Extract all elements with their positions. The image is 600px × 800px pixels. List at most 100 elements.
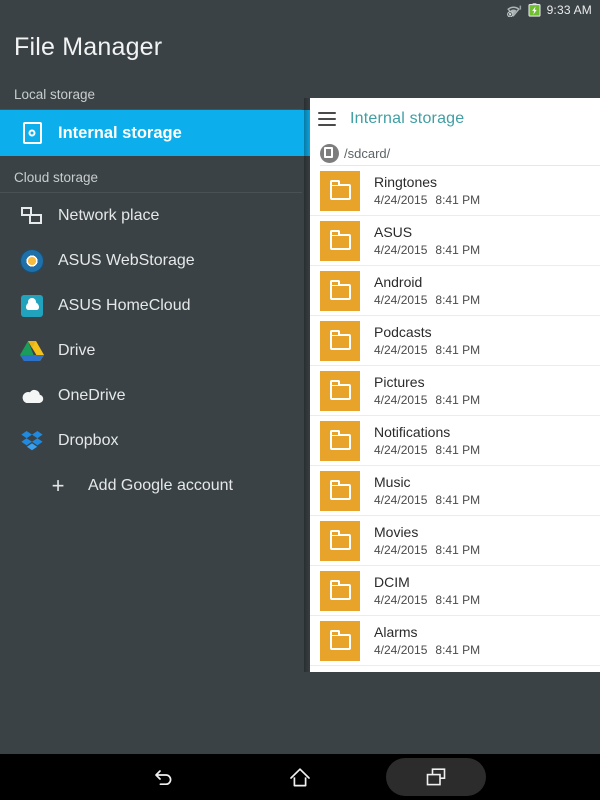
device-screen: 9:33 AM File Manager Local storage Inter…	[0, 0, 600, 800]
list-item[interactable]: DCIM 4/24/2015 8:41 PM	[310, 566, 600, 616]
list-item[interactable]: Movies 4/24/20158:41 PM	[310, 516, 600, 566]
device-storage-icon	[320, 144, 339, 163]
file-name: Android	[374, 274, 480, 291]
sidebar-item-onedrive[interactable]: OneDrive	[0, 373, 310, 418]
file-time-value: 8:41 PM	[435, 643, 480, 657]
folder-icon	[320, 371, 360, 411]
file-date: 4/24/2015 8:41 PM	[374, 342, 480, 358]
list-item[interactable]: Pictures 4/24/2015 8:41 PM	[310, 366, 600, 416]
file-date: 4/24/2015 8:41 PM	[374, 492, 480, 508]
status-icons: 9:33 AM	[505, 0, 592, 20]
asus-webstorage-icon	[20, 249, 44, 273]
nav-back-button[interactable]	[114, 758, 214, 796]
sidebar: Local storage Internal storage Cloud sto…	[0, 84, 310, 754]
file-time-value: 8:41 PM	[435, 593, 480, 607]
sidebar-item-dropbox[interactable]: Dropbox	[0, 418, 310, 463]
add-google-account-label: Add Google account	[88, 477, 233, 495]
file-time-value: 8:41 PM	[435, 343, 480, 357]
file-date-value: 4/24/2015	[374, 443, 427, 457]
dropbox-icon	[20, 429, 44, 453]
list-item[interactable]: Podcasts 4/24/2015 8:41 PM	[310, 316, 600, 366]
file-date: 4/24/2015 8:41 PM	[374, 442, 480, 458]
status-bar: 9:33 AM	[0, 0, 600, 20]
file-date-value: 4/24/2015	[374, 493, 427, 507]
list-item[interactable]: ASUS 4/24/2015 8:41 PM	[310, 216, 600, 266]
sidebar-item-label: ASUS HomeCloud	[58, 297, 191, 315]
folder-icon	[320, 221, 360, 261]
wifi-disconnected-icon	[505, 3, 522, 17]
sidebar-item-drive[interactable]: Drive	[0, 328, 310, 373]
sidebar-item-label: OneDrive	[58, 387, 126, 405]
system-navigation-bar	[0, 754, 600, 800]
file-time-value: 8:41 PM	[435, 293, 480, 307]
file-time-value: 8:41 PM	[435, 393, 480, 407]
sidebar-item-asus-homecloud[interactable]: ASUS HomeCloud	[0, 283, 310, 328]
sidebar-item-asus-webstorage[interactable]: ASUS WebStorage	[0, 238, 310, 283]
asus-homecloud-icon	[20, 294, 44, 318]
file-date-value: 4/24/2015	[374, 243, 427, 257]
file-date: 4/24/2015 8:41 PM	[374, 642, 480, 658]
hamburger-menu-icon[interactable]	[318, 112, 336, 126]
file-panel-title: Internal storage	[350, 110, 464, 128]
file-time-value: 8:41 PM	[435, 243, 480, 257]
back-arrow-icon	[153, 767, 175, 787]
nav-recents-button[interactable]	[386, 758, 486, 796]
file-date-value: 4/24/2015	[374, 543, 427, 557]
file-date-value: 4/24/2015	[374, 393, 427, 407]
file-date: 4/24/2015 8:41 PM	[374, 592, 480, 608]
folder-icon	[320, 621, 360, 661]
sidebar-item-network-place[interactable]: Network place	[0, 193, 310, 238]
sidebar-item-label: ASUS WebStorage	[58, 252, 195, 270]
google-drive-icon	[20, 339, 44, 363]
file-time-value: 8:41 PM	[435, 193, 480, 207]
recent-apps-icon	[425, 767, 447, 787]
file-panel-header: Internal storage	[310, 98, 600, 140]
folder-icon	[320, 321, 360, 361]
sidebar-item-label: Internal storage	[58, 124, 182, 143]
file-name: DCIM	[374, 574, 480, 591]
list-item[interactable]: Music 4/24/2015 8:41 PM	[310, 466, 600, 516]
file-browser-panel: Internal storage /sdcard/ Ringtones 4/24…	[310, 98, 600, 672]
nav-home-button[interactable]	[250, 758, 350, 796]
file-name: Ringtones	[374, 174, 480, 191]
file-date: 4/24/20158:41 PM	[374, 192, 480, 208]
file-date-value: 4/24/2015	[374, 343, 427, 357]
file-name: Music	[374, 474, 480, 491]
add-google-account-button[interactable]: + Add Google account	[0, 463, 310, 508]
folder-icon	[320, 171, 360, 211]
list-item[interactable]: Android 4/24/2015 8:41 PM	[310, 266, 600, 316]
file-date: 4/24/2015 8:41 PM	[374, 542, 480, 558]
file-time-value: 8:41 PM	[435, 543, 480, 557]
folder-icon	[320, 271, 360, 311]
sidebar-item-label: Drive	[58, 342, 95, 360]
sidebar-item-label: Network place	[58, 207, 159, 225]
list-item[interactable]: Alarms 4/24/2015 8:41 PM	[310, 616, 600, 666]
file-time-value: 8:41 PM	[435, 493, 480, 507]
file-name: Notifications	[374, 424, 480, 441]
file-list: Ringtones 4/24/20158:41 PM ASUS 4/24/201…	[310, 166, 600, 666]
file-date: 4/24/2015 8:41 PM	[374, 392, 480, 408]
sidebar-item-internal-storage[interactable]: Internal storage	[0, 110, 310, 156]
list-item[interactable]: Notifications 4/24/2015 8:41 PM	[310, 416, 600, 466]
list-item[interactable]: Ringtones 4/24/20158:41 PM	[310, 166, 600, 216]
file-date-value: 4/24/2015	[374, 593, 427, 607]
plus-icon: +	[46, 474, 70, 498]
file-name: Pictures	[374, 374, 480, 391]
file-name: Podcasts	[374, 324, 480, 341]
internal-storage-icon	[20, 121, 44, 145]
battery-charging-icon	[528, 3, 541, 17]
breadcrumb[interactable]: /sdcard/	[310, 140, 600, 166]
file-name: Alarms	[374, 624, 480, 641]
folder-icon	[320, 571, 360, 611]
home-icon	[289, 767, 311, 788]
folder-icon	[320, 521, 360, 561]
file-time-value: 8:41 PM	[435, 443, 480, 457]
sidebar-item-label: Dropbox	[58, 432, 118, 450]
file-date-value: 4/24/2015	[374, 643, 427, 657]
page-title: File Manager	[14, 33, 162, 62]
file-name: ASUS	[374, 224, 480, 241]
status-time: 9:33 AM	[547, 0, 592, 20]
sidebar-section-local-storage: Local storage	[0, 84, 310, 110]
breadcrumb-path: /sdcard/	[344, 146, 390, 161]
file-date-value: 4/24/2015	[374, 293, 427, 307]
